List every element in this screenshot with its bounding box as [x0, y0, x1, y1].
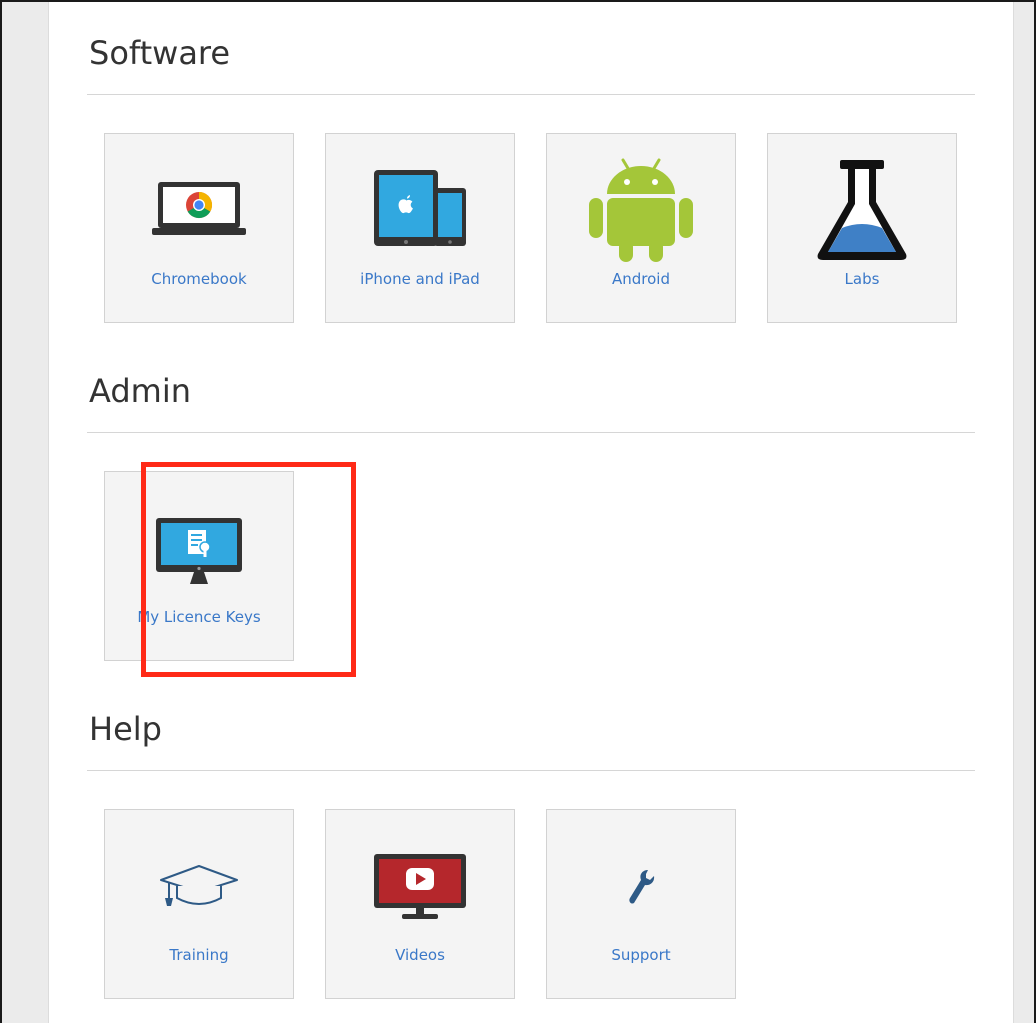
flask-icon	[768, 134, 956, 274]
section-title-software: Software	[89, 34, 231, 72]
tile-my-licence-keys[interactable]: My Licence Keys	[104, 471, 294, 661]
tile-iphone-ipad[interactable]: iPhone and iPad	[325, 133, 515, 323]
tile-label: Chromebook	[151, 270, 247, 288]
tile-label: Training	[169, 946, 229, 964]
tile-support[interactable]: Support	[546, 809, 736, 999]
section-title-help: Help	[89, 710, 162, 748]
graduation-cap-icon	[105, 810, 293, 950]
tile-label: iPhone and iPad	[360, 270, 480, 288]
tile-labs[interactable]: Labs	[767, 133, 957, 323]
tile-videos[interactable]: Videos	[325, 809, 515, 999]
tile-label: Support	[611, 946, 671, 964]
tile-label: My Licence Keys	[137, 608, 261, 626]
section-divider	[87, 770, 975, 771]
main-content: Software Chromebook iPhone and iPad Andr…	[48, 2, 1014, 1023]
tile-chromebook[interactable]: Chromebook	[104, 133, 294, 323]
tile-label: Videos	[395, 946, 445, 964]
licence-monitor-icon	[105, 472, 293, 612]
section-title-admin: Admin	[89, 372, 191, 410]
chromebook-icon	[105, 134, 293, 274]
tile-training[interactable]: Training	[104, 809, 294, 999]
android-icon	[547, 134, 735, 274]
iphone-ipad-icon	[326, 134, 514, 274]
section-divider	[87, 94, 975, 95]
page-frame: Software Chromebook iPhone and iPad Andr…	[0, 0, 1036, 1023]
tile-label: Android	[612, 270, 670, 288]
youtube-monitor-icon	[326, 810, 514, 950]
section-divider	[87, 432, 975, 433]
wrench-icon	[547, 810, 735, 950]
tile-label: Labs	[844, 270, 880, 288]
tile-android[interactable]: Android	[546, 133, 736, 323]
